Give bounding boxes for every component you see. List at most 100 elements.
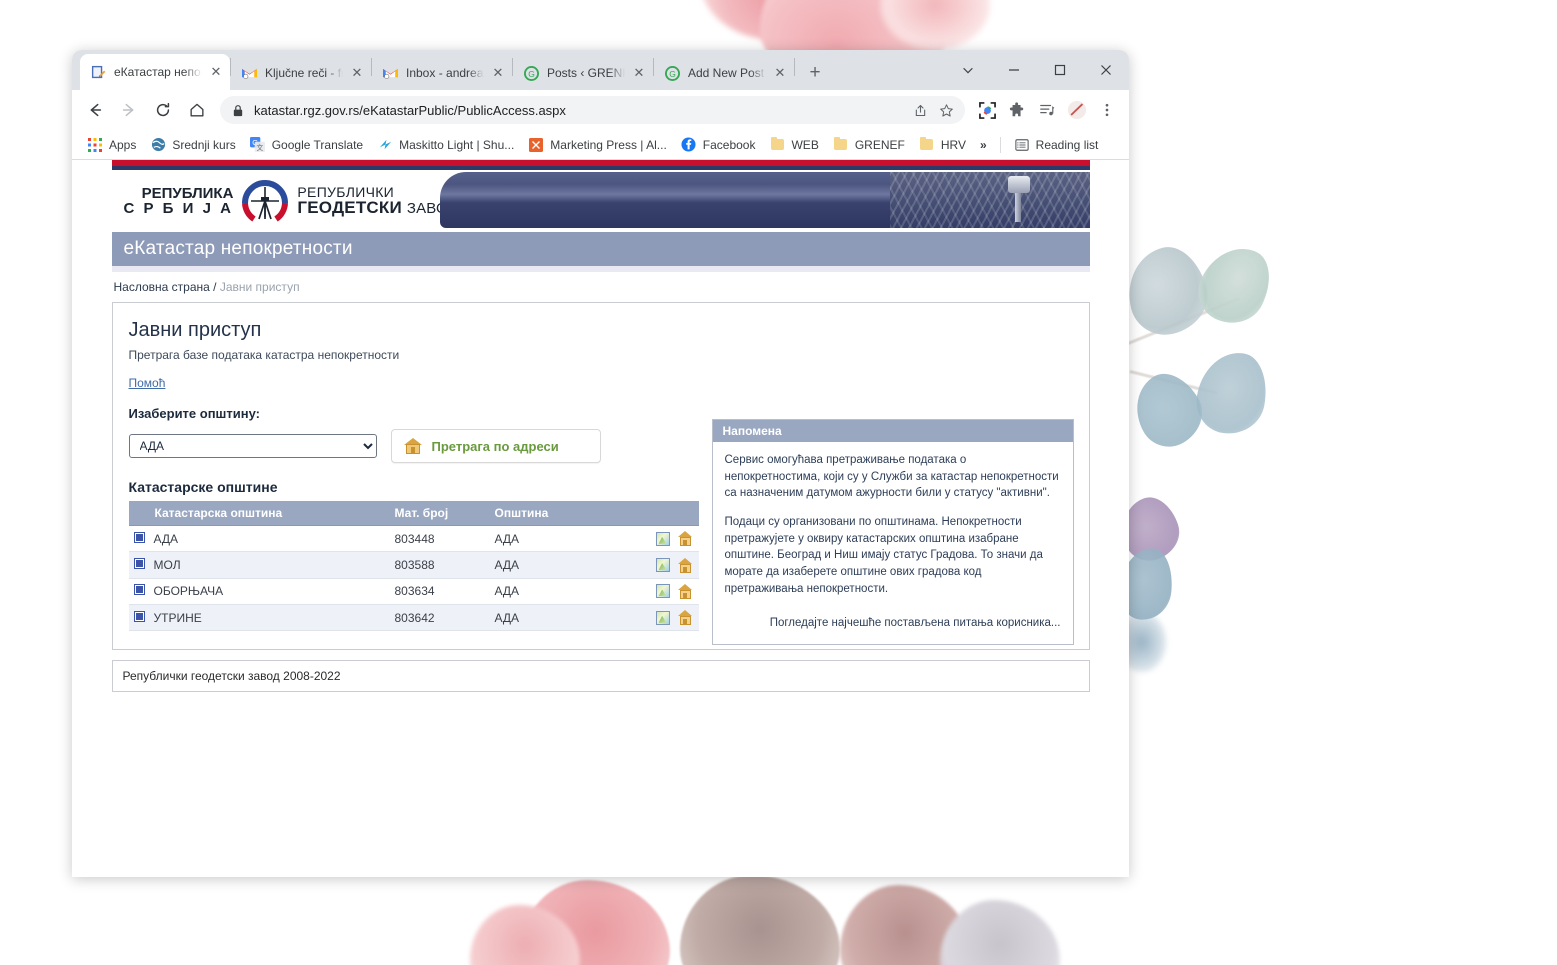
table-row[interactable]: АДА 803448 АДА	[128, 525, 699, 553]
column-header-actions	[638, 501, 699, 526]
share-icon[interactable]	[907, 97, 933, 123]
bookmark-srednji-kurs[interactable]: Srednji kurs	[143, 134, 242, 156]
back-arrow-icon[interactable]	[80, 95, 110, 125]
bookmark-folder-hrv[interactable]: HRV	[912, 134, 973, 156]
cell-actions	[638, 604, 699, 632]
arrow-icon	[377, 137, 393, 153]
bookmark-maskitto-light[interactable]: Maskitto Light | Shu...	[370, 134, 521, 156]
puzzle-icon[interactable]	[1003, 96, 1031, 124]
logo-republika: РЕПУБЛИКА	[141, 184, 234, 202]
rgz-logo[interactable]: РЕПУБЛИКА С Р Б И Ј А РЕПУБЛИЧКИ ГЕОДЕТС…	[112, 173, 458, 229]
note-faq-link[interactable]: Погледајте најчешће постављена питања ко…	[725, 615, 1061, 632]
map-view-icon[interactable]	[655, 558, 670, 573]
svg-text:G: G	[528, 68, 535, 78]
bookmark-apps[interactable]: Apps	[80, 134, 143, 156]
table-header-row: Катастарска општина Мат. број Општина	[128, 501, 699, 526]
folder-icon	[919, 137, 935, 153]
google-lens-icon[interactable]	[973, 96, 1001, 124]
address-search-label: Претрага по адреси	[431, 438, 559, 454]
lock-icon	[232, 104, 244, 117]
address-bar[interactable]: katastar.rgz.gov.rs/eKatastarPublic/Publ…	[220, 96, 965, 124]
column-header-municipality[interactable]: Општина	[488, 501, 639, 526]
cell-code: 803642	[388, 604, 489, 632]
app-title: еКатастар непокретности	[123, 238, 353, 259]
address-bar-url[interactable]: katastar.rgz.gov.rs/eKatastarPublic/Publ…	[254, 103, 907, 118]
tab-close-icon[interactable]: ✕	[490, 65, 506, 81]
globe-icon	[150, 137, 166, 153]
map-view-icon[interactable]	[655, 531, 670, 546]
row-bullet-icon	[134, 585, 144, 595]
municipality-select[interactable]: АДА	[128, 434, 377, 458]
tab-close-icon[interactable]: ✕	[772, 65, 788, 81]
bookmark-facebook[interactable]: Facebook	[674, 134, 763, 156]
minimize-button[interactable]	[991, 50, 1037, 90]
bookmark-folder-web[interactable]: WEB	[762, 134, 825, 156]
bookmark-marketing-press[interactable]: Marketing Press | Al...	[521, 134, 674, 156]
column-header-code[interactable]: Мат. број	[388, 501, 489, 526]
bookmarks-overflow-button[interactable]: »	[973, 135, 994, 155]
cell-name: МОЛ	[153, 557, 181, 572]
property-home-icon[interactable]	[677, 557, 693, 573]
apps-grid-icon	[87, 137, 103, 153]
property-home-icon[interactable]	[677, 610, 693, 626]
browser-tab[interactable]: Inbox - andrea@ ✕	[372, 56, 512, 90]
table-row[interactable]: МОЛ 803588 АДА	[128, 551, 699, 579]
table-row[interactable]: ОБОРЊАЧА 803634 АДА	[128, 578, 699, 605]
address-search-button[interactable]: Претрага по адреси	[390, 429, 601, 463]
bookmark-label: WEB	[791, 137, 819, 152]
maximize-button[interactable]	[1037, 50, 1083, 90]
close-button[interactable]	[1083, 50, 1129, 90]
facebook-icon	[681, 137, 697, 153]
browser-tab[interactable]: G Posts ‹ GRENEF – ✕	[513, 56, 653, 90]
reload-icon[interactable]	[148, 95, 178, 125]
reading-list-button[interactable]: Reading list	[1007, 134, 1106, 156]
cadastral-municipalities-table: Катастарска општина Мат. број Општина АД…	[128, 501, 699, 632]
map-view-icon[interactable]	[655, 610, 670, 625]
logo-text-left: РЕПУБЛИКА С Р Б И Ј А	[123, 184, 234, 217]
reading-list-icon	[1014, 137, 1030, 153]
wallpaper-leaf	[940, 900, 1060, 965]
browser-tab-active[interactable]: еКатастар непок ✕	[80, 54, 230, 90]
tab-title: Add New Post ‹ G	[688, 66, 766, 80]
logo-srbija: С Р Б И Ј А	[123, 200, 234, 217]
breadcrumb-home-link[interactable]: Насловна страна	[114, 280, 210, 294]
cell-name: АДА	[153, 531, 179, 546]
profile-avatar-icon[interactable]	[1063, 96, 1091, 124]
cell-name-wrapper: МОЛ	[128, 551, 389, 579]
window-controls	[945, 50, 1129, 90]
new-tab-button[interactable]: +	[801, 59, 829, 87]
table-row[interactable]: УТРИНЕ 803642 АДА	[128, 604, 699, 632]
tab-search-chevron-icon[interactable]	[945, 50, 991, 90]
tab-close-icon[interactable]: ✕	[208, 64, 224, 80]
logo-geodetski: ГЕОДЕТСКИ	[297, 198, 402, 218]
bookmarks-bar: Apps Srednji kurs G文 Google Translate Ma…	[72, 130, 1129, 160]
bookmark-label: Maskitto Light | Shu...	[399, 137, 515, 152]
tab-close-icon[interactable]: ✕	[349, 65, 365, 81]
browser-tab[interactable]: Ključne reči - fraz ✕	[231, 56, 371, 90]
forward-arrow-icon[interactable]	[114, 95, 144, 125]
star-icon[interactable]	[933, 97, 959, 123]
cell-municipality: АДА	[488, 578, 639, 605]
bookmark-folder-grenef[interactable]: GRENEF	[826, 134, 912, 156]
tab-title: Posts ‹ GRENEF –	[547, 66, 625, 80]
map-view-icon[interactable]	[655, 584, 670, 599]
column-header-name[interactable]: Катастарска општина	[128, 501, 389, 526]
cell-code: 803588	[388, 551, 489, 579]
three-dot-menu-icon[interactable]	[1093, 96, 1121, 124]
help-link[interactable]: Помоћ	[129, 376, 166, 390]
folder-icon	[769, 137, 785, 153]
tab-title: Inbox - andrea@	[406, 66, 484, 80]
reading-list-label: Reading list	[1035, 137, 1099, 152]
media-list-icon[interactable]	[1033, 96, 1061, 124]
note-paragraph-1: Сервис омогућава претраживање података о…	[724, 454, 1059, 500]
tab-title: еКатастар непок	[114, 65, 202, 79]
tab-strip: еКатастар непок ✕ Ključne reči - fraz ✕ …	[72, 50, 1129, 90]
property-home-icon[interactable]	[677, 531, 693, 547]
google-translate-icon: G文	[250, 137, 266, 153]
tab-close-icon[interactable]: ✕	[631, 65, 647, 81]
property-home-icon[interactable]	[677, 583, 693, 599]
bookmark-google-translate[interactable]: G文 Google Translate	[243, 134, 370, 156]
home-icon[interactable]	[182, 95, 212, 125]
browser-tab[interactable]: G Add New Post ‹ G ✕	[654, 56, 794, 90]
total-station-icon	[1004, 176, 1032, 222]
